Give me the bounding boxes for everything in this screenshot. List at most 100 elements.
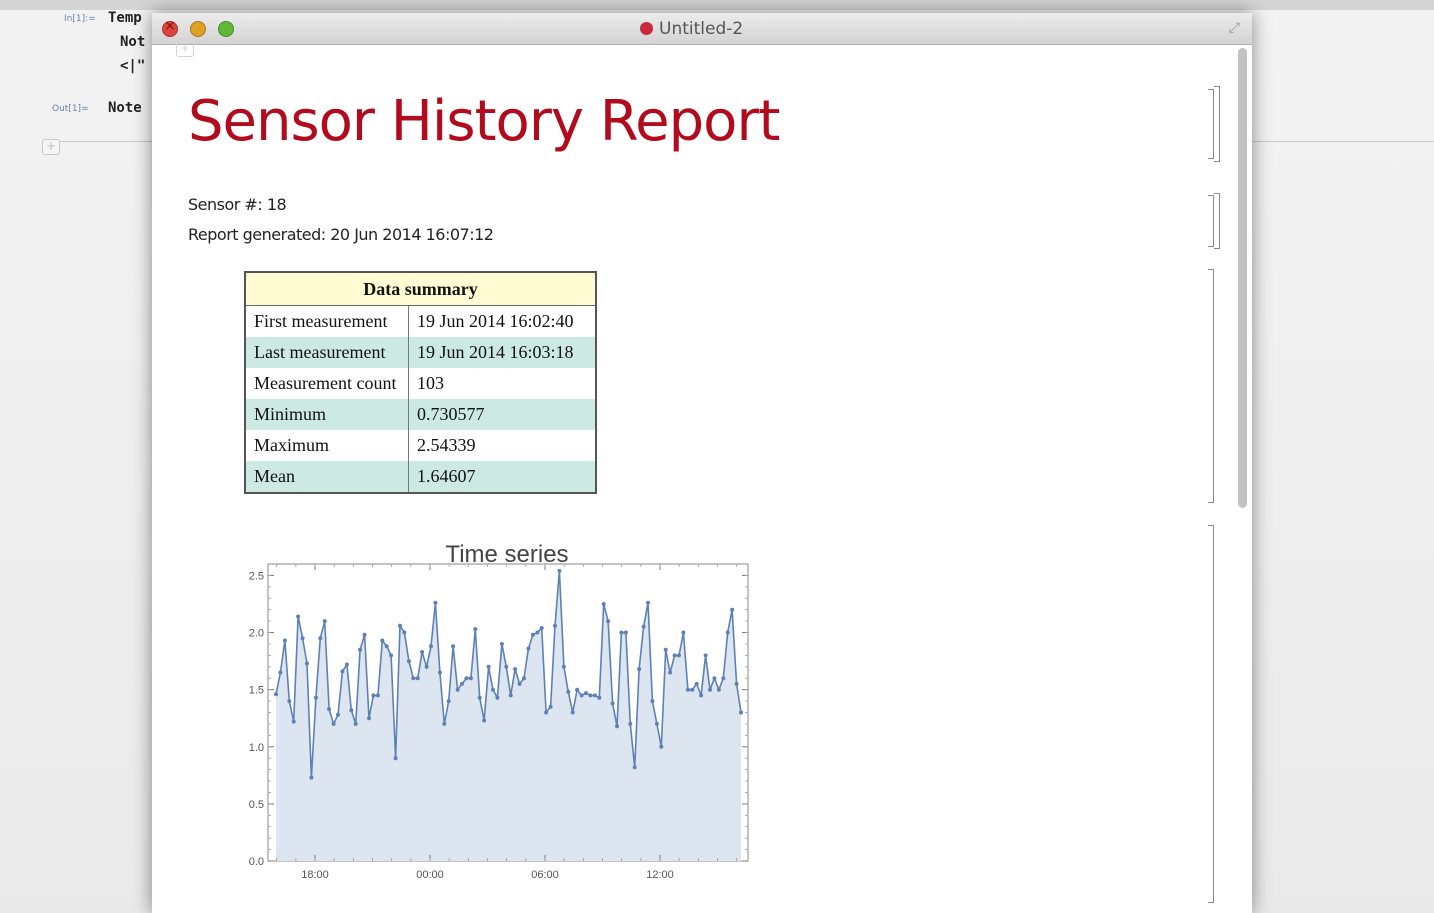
data-point xyxy=(517,681,522,686)
data-point xyxy=(628,721,633,726)
data-point xyxy=(398,623,402,628)
data-point xyxy=(504,664,509,669)
data-point xyxy=(309,775,314,780)
minimize-window-button[interactable] xyxy=(190,21,206,37)
data-point xyxy=(641,624,646,629)
sensor-number: Sensor #: 18 xyxy=(188,195,287,214)
zoom-window-button[interactable] xyxy=(218,21,234,37)
data-point xyxy=(402,630,407,635)
data-point xyxy=(561,664,566,669)
data-point xyxy=(287,699,292,704)
row-value: 1.64607 xyxy=(408,461,597,493)
data-point xyxy=(331,721,336,726)
data-point xyxy=(513,667,518,672)
notebook-window: Untitled-2 ⤢ + Sensor History Report Sen… xyxy=(152,13,1252,913)
fullscreen-icon[interactable]: ⤢ xyxy=(1229,20,1240,36)
data-point xyxy=(535,630,540,635)
data-point xyxy=(588,693,593,698)
input-code-line-3[interactable]: <|" xyxy=(120,58,145,74)
y-tick-label: 0.0 xyxy=(249,856,264,868)
x-tick-label: 00:00 xyxy=(416,869,444,881)
window-titlebar[interactable]: Untitled-2 ⤢ xyxy=(152,13,1252,45)
data-point xyxy=(570,710,575,715)
y-tick-label: 0.5 xyxy=(249,799,264,811)
add-cell-button[interactable]: + xyxy=(176,44,194,57)
data-point xyxy=(415,676,420,681)
data-point xyxy=(553,623,557,628)
window-title: Untitled-2 xyxy=(640,19,743,39)
y-tick-label: 2.5 xyxy=(249,570,264,582)
cell-bracket[interactable] xyxy=(1208,269,1214,503)
data-point xyxy=(712,676,717,681)
data-point xyxy=(349,708,354,713)
row-value: 2.54339 xyxy=(408,430,597,461)
y-tick-label: 1.0 xyxy=(249,742,264,754)
data-point xyxy=(499,642,504,646)
report-title: Sensor History Report xyxy=(188,89,780,154)
data-point xyxy=(464,676,469,681)
data-point xyxy=(646,600,650,605)
data-point xyxy=(305,661,309,666)
row-label: Measurement count xyxy=(245,368,409,399)
row-label: Maximum xyxy=(245,430,409,461)
input-label: In[1]:= xyxy=(64,14,96,24)
data-point xyxy=(681,630,686,635)
data-point xyxy=(482,718,487,723)
data-point xyxy=(739,710,743,715)
data-point xyxy=(362,632,367,637)
close-window-button[interactable] xyxy=(162,18,178,37)
data-point xyxy=(367,716,371,721)
data-point xyxy=(566,689,571,694)
table-row: Maximum 2.54339 xyxy=(245,430,597,461)
data-point xyxy=(557,568,562,573)
data-point xyxy=(623,630,628,635)
data-point xyxy=(437,670,442,675)
vertical-scrollbar[interactable] xyxy=(1238,48,1247,508)
background-toolbar xyxy=(0,0,1434,10)
input-code-line-2[interactable]: Not xyxy=(120,34,145,50)
x-tick-label: 12:00 xyxy=(646,869,674,881)
cell-group-bracket[interactable] xyxy=(1214,86,1220,162)
cell-group-bracket[interactable] xyxy=(1214,193,1220,249)
data-point xyxy=(420,650,425,654)
row-label: First measurement xyxy=(245,305,409,337)
data-point xyxy=(650,699,655,704)
data-point xyxy=(473,627,478,632)
data-point xyxy=(358,647,363,652)
data-point xyxy=(282,638,287,643)
data-point xyxy=(725,630,730,635)
data-point xyxy=(730,607,735,612)
data-point xyxy=(411,676,416,681)
data-point xyxy=(721,676,726,681)
data-point xyxy=(703,653,708,658)
row-label: Minimum xyxy=(245,399,409,430)
time-series-chart: Time series 0.00.51.01.52.02.518:00 00:00… xyxy=(249,541,749,881)
data-point xyxy=(668,670,673,675)
data-point xyxy=(716,687,721,692)
data-point xyxy=(371,693,376,698)
data-point xyxy=(575,687,580,692)
data-point xyxy=(694,681,699,686)
data-point xyxy=(433,600,438,605)
data-point xyxy=(389,653,394,658)
data-point xyxy=(318,636,323,641)
row-value: 0.730577 xyxy=(408,399,597,430)
row-value: 103 xyxy=(408,368,597,399)
table-row: Minimum 0.730577 xyxy=(245,399,597,430)
report-generated: Report generated: 20 Jun 2014 16:07:12 xyxy=(188,225,494,244)
data-point xyxy=(677,653,681,658)
data-point xyxy=(672,653,677,658)
data-point xyxy=(592,693,597,698)
row-label: Last measurement xyxy=(245,337,409,368)
data-point xyxy=(508,693,513,698)
data-point xyxy=(406,659,411,664)
data-point xyxy=(606,619,611,624)
input-code-line-1[interactable]: Temp xyxy=(108,10,142,26)
data-point xyxy=(336,712,340,717)
data-point xyxy=(380,638,385,643)
data-point xyxy=(690,687,695,692)
data-summary-header: Data summary xyxy=(244,271,597,306)
add-cell-button[interactable]: + xyxy=(42,139,60,155)
cell-bracket[interactable] xyxy=(1208,525,1214,903)
data-point xyxy=(384,644,389,649)
